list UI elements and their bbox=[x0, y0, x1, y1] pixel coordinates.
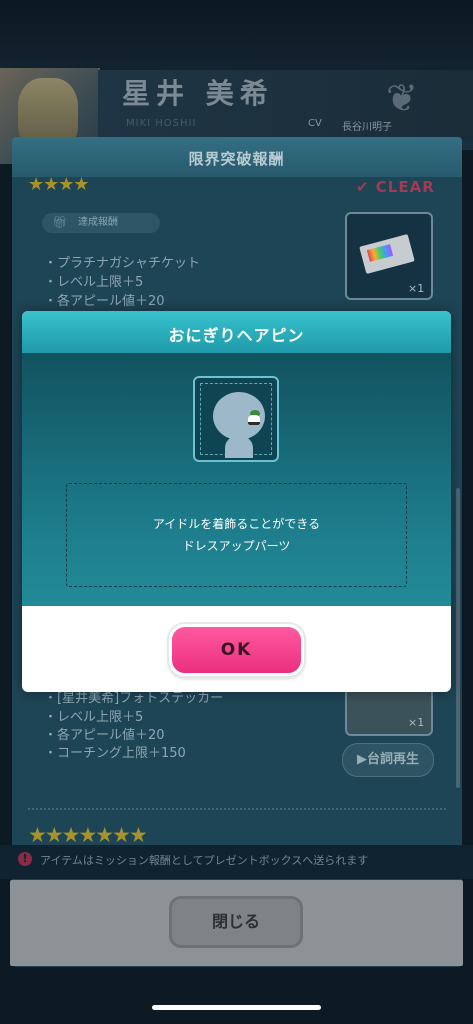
clear-badge: ✔ CLEAR bbox=[356, 178, 435, 196]
mannequin-neck bbox=[225, 436, 253, 458]
reward-line: ・各アピール値＋20 bbox=[44, 294, 165, 309]
cv-name: 長谷川明子 bbox=[342, 122, 392, 133]
ok-button[interactable]: OK bbox=[169, 624, 304, 676]
notice-text: アイテムはミッション報酬としてプレゼントボックスへ送られます bbox=[40, 854, 369, 867]
item-count: ×1 bbox=[408, 282, 425, 295]
decorative-swirl-icon: ❦ bbox=[386, 76, 418, 120]
star-rating: ★★★★★★★ bbox=[28, 823, 148, 847]
reward-line: ・各アピール値＋20 bbox=[44, 728, 165, 743]
scrollbar[interactable] bbox=[456, 488, 460, 788]
section-divider bbox=[28, 808, 446, 810]
modal-title: おにぎりヘアピン bbox=[168, 326, 305, 345]
replay-voice-button[interactable]: ▶台詞再生 bbox=[342, 743, 434, 777]
panel-title: 限界突破報酬 bbox=[188, 150, 285, 168]
reward-line: ・レベル上限＋5 bbox=[44, 275, 144, 290]
onigiri-hairpin-icon bbox=[248, 415, 260, 425]
cv-label: CV bbox=[308, 118, 322, 129]
item-description: アイドルを着飾ることができる ドレスアップパーツ bbox=[66, 513, 407, 557]
description-line-2: ドレスアップパーツ bbox=[182, 539, 291, 553]
close-button[interactable]: 閉じる bbox=[169, 896, 303, 948]
home-indicator[interactable] bbox=[152, 1005, 321, 1010]
idol-romaji: MIKI HOSHII bbox=[126, 118, 197, 129]
idol-name: 星井 美希 bbox=[122, 77, 274, 110]
item-count: ×1 bbox=[408, 716, 425, 729]
star-rating: ★★★★ bbox=[28, 174, 90, 195]
reward-line: ・プラチナガシャチケット bbox=[44, 256, 201, 271]
gift-icon: 🎁︎ bbox=[52, 215, 68, 229]
reward-line: ・レベル上限＋5 bbox=[44, 710, 144, 725]
warning-icon: ! bbox=[18, 852, 32, 866]
description-line-1: アイドルを着飾ることができる bbox=[152, 517, 321, 531]
reward-line: ・コーチング上限＋150 bbox=[44, 746, 186, 761]
